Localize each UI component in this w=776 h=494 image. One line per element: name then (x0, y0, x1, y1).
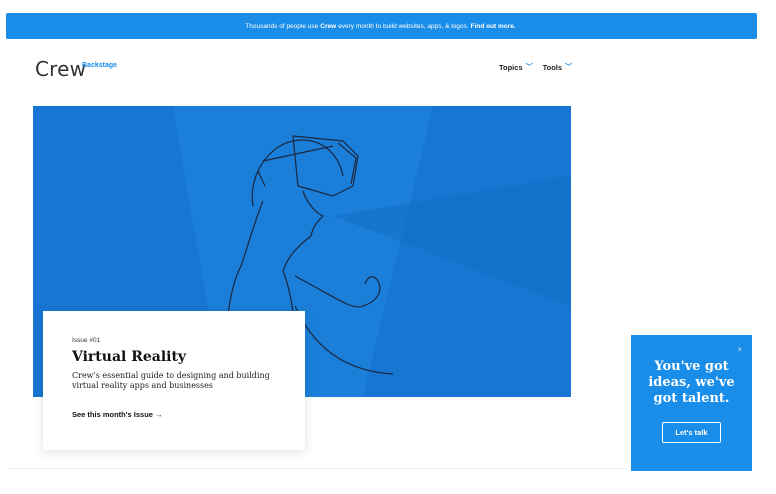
nav-tools-label: Tools (542, 62, 563, 72)
chat-widget: × You've got ideas, we've got talent. Le… (631, 335, 752, 471)
divider (6, 468, 626, 469)
backstage-link[interactable]: Backstage (82, 62, 117, 69)
crew-logo[interactable]: Crew (35, 57, 86, 81)
promo-bar: Thousands of people use Crew every month… (6, 13, 757, 39)
feature-description: Crew's essential guide to designing and … (72, 371, 270, 390)
nav-tools[interactable]: Tools ﹀ (543, 62, 572, 72)
promo-text-before: Thousands of people use (245, 22, 319, 30)
top-nav: Topics ﹀ Tools ﹀ (499, 62, 572, 72)
feature-card: Issue #01 Virtual Reality Crew's essenti… (43, 311, 305, 450)
chevron-down-icon: ﹀ (565, 64, 573, 71)
issue-number: Issue #01 (72, 337, 101, 344)
chat-heading: You've got ideas, we've got talent. (648, 359, 735, 406)
promo-text-after: every month to build websites, apps, & l… (338, 22, 469, 30)
chevron-down-icon: ﹀ (525, 64, 533, 71)
promo-brand: Crew (320, 22, 337, 30)
close-icon[interactable]: × (737, 345, 742, 354)
nav-topics-label: Topics (499, 62, 523, 72)
nav-topics[interactable]: Topics ﹀ (499, 62, 533, 72)
see-issue-link[interactable]: See this month's Issue → (72, 410, 276, 419)
feature-title[interactable]: Virtual Reality (72, 349, 276, 365)
lets-talk-button[interactable]: Let's talk (662, 422, 721, 443)
promo-link[interactable]: Find out more. (471, 23, 516, 30)
